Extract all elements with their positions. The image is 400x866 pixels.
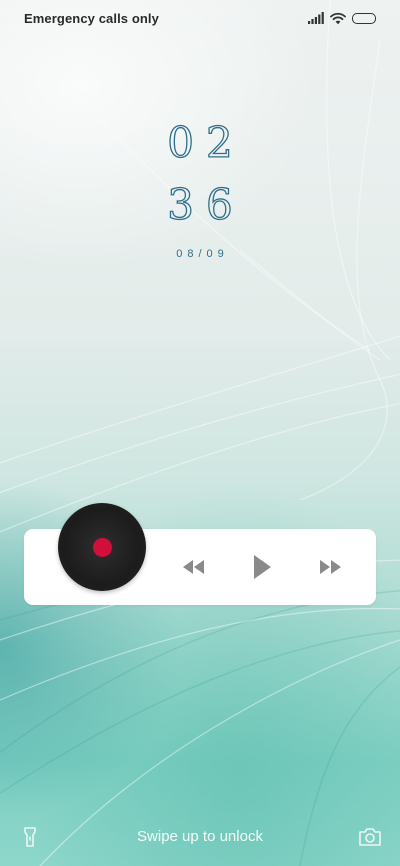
- play-icon: [254, 555, 271, 579]
- vinyl-label: [92, 537, 112, 557]
- previous-icon: [183, 560, 204, 574]
- carrier-status-text: Emergency calls only: [24, 11, 159, 26]
- date-text: 08/09: [176, 248, 229, 260]
- next-icon: [320, 560, 341, 574]
- bottom-bar: Swipe up to unlock: [0, 818, 400, 854]
- previous-track-button[interactable]: [180, 553, 208, 581]
- clock-minutes: 36: [167, 179, 245, 229]
- status-bar: Emergency calls only: [0, 0, 400, 36]
- camera-icon: [359, 828, 381, 846]
- wifi-icon: [330, 12, 346, 24]
- signal-icon: [308, 12, 324, 24]
- unlock-hint: Swipe up to unlock: [137, 828, 263, 845]
- status-icons: [308, 10, 376, 26]
- vinyl-record-icon[interactable]: [58, 503, 146, 591]
- camera-button[interactable]: [358, 826, 382, 848]
- clock-hours: 02: [167, 117, 245, 167]
- play-button[interactable]: [248, 553, 276, 581]
- battery-icon: [352, 12, 376, 24]
- next-track-button[interactable]: [316, 553, 344, 581]
